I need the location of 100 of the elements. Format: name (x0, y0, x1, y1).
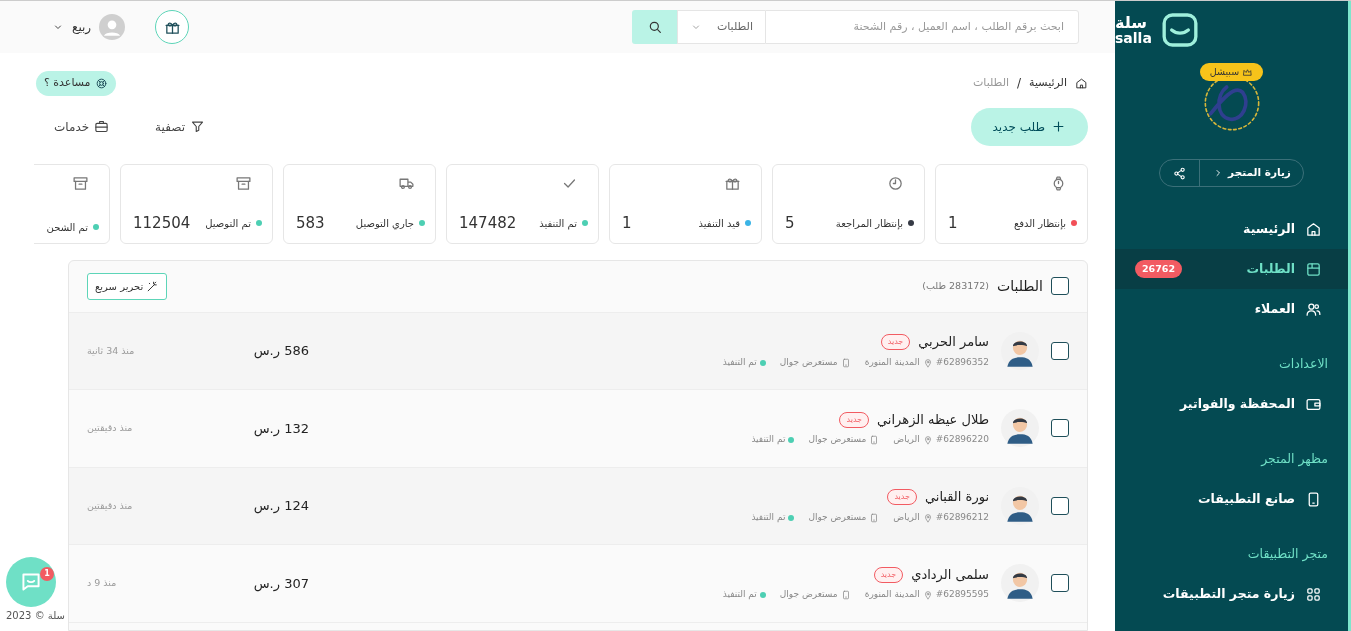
breadcrumb-link[interactable]: الرئيسية (1029, 75, 1067, 92)
status-card[interactable]: تم الشحن (34, 163, 110, 244)
phone-icon (840, 590, 851, 600)
status-label: جاري التوصيل (355, 216, 414, 231)
new-order-button[interactable]: طلب جديد (970, 107, 1088, 146)
customer-name: سامر الحربي (918, 333, 989, 352)
status-label: تم التوصيل (205, 216, 251, 231)
order-status: تم التنفيذ (751, 510, 786, 524)
order-amount: 124 ر.س (252, 497, 309, 516)
phone-icon (869, 435, 880, 445)
status-label: تم التنفيذ (539, 216, 577, 231)
order-number: #62895595 (935, 588, 989, 602)
count-badge: 26762 (1135, 259, 1183, 279)
share-icon (1172, 165, 1188, 181)
help-button[interactable]: مساعدة ؟ (36, 71, 116, 96)
search-field[interactable]: ابحث برقم الطلب ، اسم العميل ، رقم الشحنة (765, 10, 1079, 44)
home-icon (1075, 76, 1088, 90)
status-dot (788, 514, 795, 521)
new-badge: جديد (839, 411, 870, 428)
logo-text: سلة (1115, 15, 1147, 31)
sidebar-item[interactable]: زيارة متجر التطبيقات (1115, 574, 1348, 614)
status-label: بإنتظار الدفع (1013, 216, 1066, 231)
order-amount: 307 ر.س (252, 574, 309, 593)
phone-icon (840, 357, 851, 368)
wand-icon (146, 279, 160, 293)
status-count: 583 (296, 213, 325, 234)
customer-avatar (1001, 409, 1039, 448)
gift-button[interactable] (155, 10, 190, 44)
grid-icon (1305, 585, 1322, 603)
order-city: المدينة المنورة (864, 355, 920, 369)
section-heading: مظهر المتجر (1259, 450, 1329, 469)
scope-dropdown[interactable]: الطلبات (677, 10, 765, 44)
status-dot (788, 437, 795, 443)
filter-icon (190, 119, 205, 134)
lifebuoy-icon (94, 76, 108, 90)
order-time: منذ دقيقتين (87, 421, 134, 436)
status-count: 1 (622, 213, 632, 234)
sidebar-item[interactable]: صانع التطبيقات (1115, 479, 1348, 519)
customer-name: طلال عيظه الزهراني (877, 410, 989, 429)
order-amount: 586 ر.س (252, 342, 309, 361)
archive-icon (235, 174, 252, 192)
order-source: مستعرض جوال (779, 588, 838, 602)
new-badge: جديد (880, 334, 911, 350)
order-amount: 132 ر.س (252, 419, 309, 438)
services-button[interactable]: خدمات (54, 117, 110, 136)
orders-title: الطلبات (997, 276, 1043, 296)
new-badge: جديد (887, 489, 917, 505)
order-city: المدينة المنورة (864, 588, 920, 602)
briefcase-icon (94, 119, 110, 134)
pin-icon (922, 435, 933, 445)
order-number: #62896212 (935, 510, 989, 524)
breadcrumb-current: الطلبات (972, 75, 1010, 91)
order-city: الرياض (893, 510, 920, 524)
customer-name: نورة القباني (924, 488, 989, 507)
order-city: الرياض (893, 433, 920, 447)
quick-edit-button[interactable]: تحرير سريع (87, 272, 168, 300)
checkbox[interactable] (1051, 341, 1069, 360)
plus-icon (1051, 119, 1066, 134)
section-heading: الاعدادات (1278, 355, 1329, 374)
status-label: قيد التنفيذ (698, 216, 740, 231)
box-icon (1305, 260, 1322, 278)
plan-badge: سبيشل (1199, 63, 1264, 82)
notification-badge: 1 (40, 567, 54, 581)
breadcrumb-separator: / (1017, 75, 1022, 93)
order-time: منذ دقيقتين (87, 498, 134, 513)
checkbox[interactable] (1051, 496, 1069, 515)
checkbox[interactable] (1051, 277, 1069, 295)
clock-icon (887, 174, 904, 192)
order-status: تم التنفيذ (722, 588, 757, 602)
status-count: 5 (785, 213, 795, 234)
pin-icon (922, 357, 933, 368)
user-menu[interactable]: ربيع (52, 14, 126, 40)
status-dot (759, 359, 766, 366)
orders-count: (283172 طلب) (922, 278, 990, 293)
pin-icon (922, 512, 933, 523)
sidebar-item[interactable]: العملاء (1115, 289, 1348, 329)
customer-avatar (1001, 564, 1039, 603)
order-source: مستعرض جوال (808, 510, 867, 524)
order-status: تم التنفيذ (722, 355, 757, 370)
home-icon (1305, 220, 1322, 238)
new-badge: جديد (873, 566, 904, 583)
phone-icon (869, 512, 880, 523)
order-number: #62896220 (935, 433, 989, 447)
checkbox[interactable] (1051, 574, 1069, 593)
sidebar-item[interactable]: الرئيسية (1115, 209, 1348, 249)
order-time: منذ 9 د (87, 576, 118, 591)
status-label: بإنتظار المراجعة (835, 216, 903, 231)
pin-icon (922, 590, 933, 600)
status-count: 112504 (133, 213, 191, 234)
order-source: مستعرض جوال (808, 433, 867, 447)
order-number: #62896352 (935, 355, 989, 369)
crown-icon (1242, 66, 1254, 78)
archive-icon (72, 174, 89, 192)
checkbox[interactable] (1051, 419, 1069, 438)
filter-button[interactable]: تصفية (155, 117, 205, 136)
status-count: 147482 (459, 213, 517, 234)
status-count: 1 (948, 213, 958, 234)
sidebar-item[interactable]: المحفظة والفواتير (1115, 384, 1348, 424)
status-label: تم الشحن (46, 220, 88, 235)
section-heading: متجر التطبيقات (1246, 545, 1329, 564)
